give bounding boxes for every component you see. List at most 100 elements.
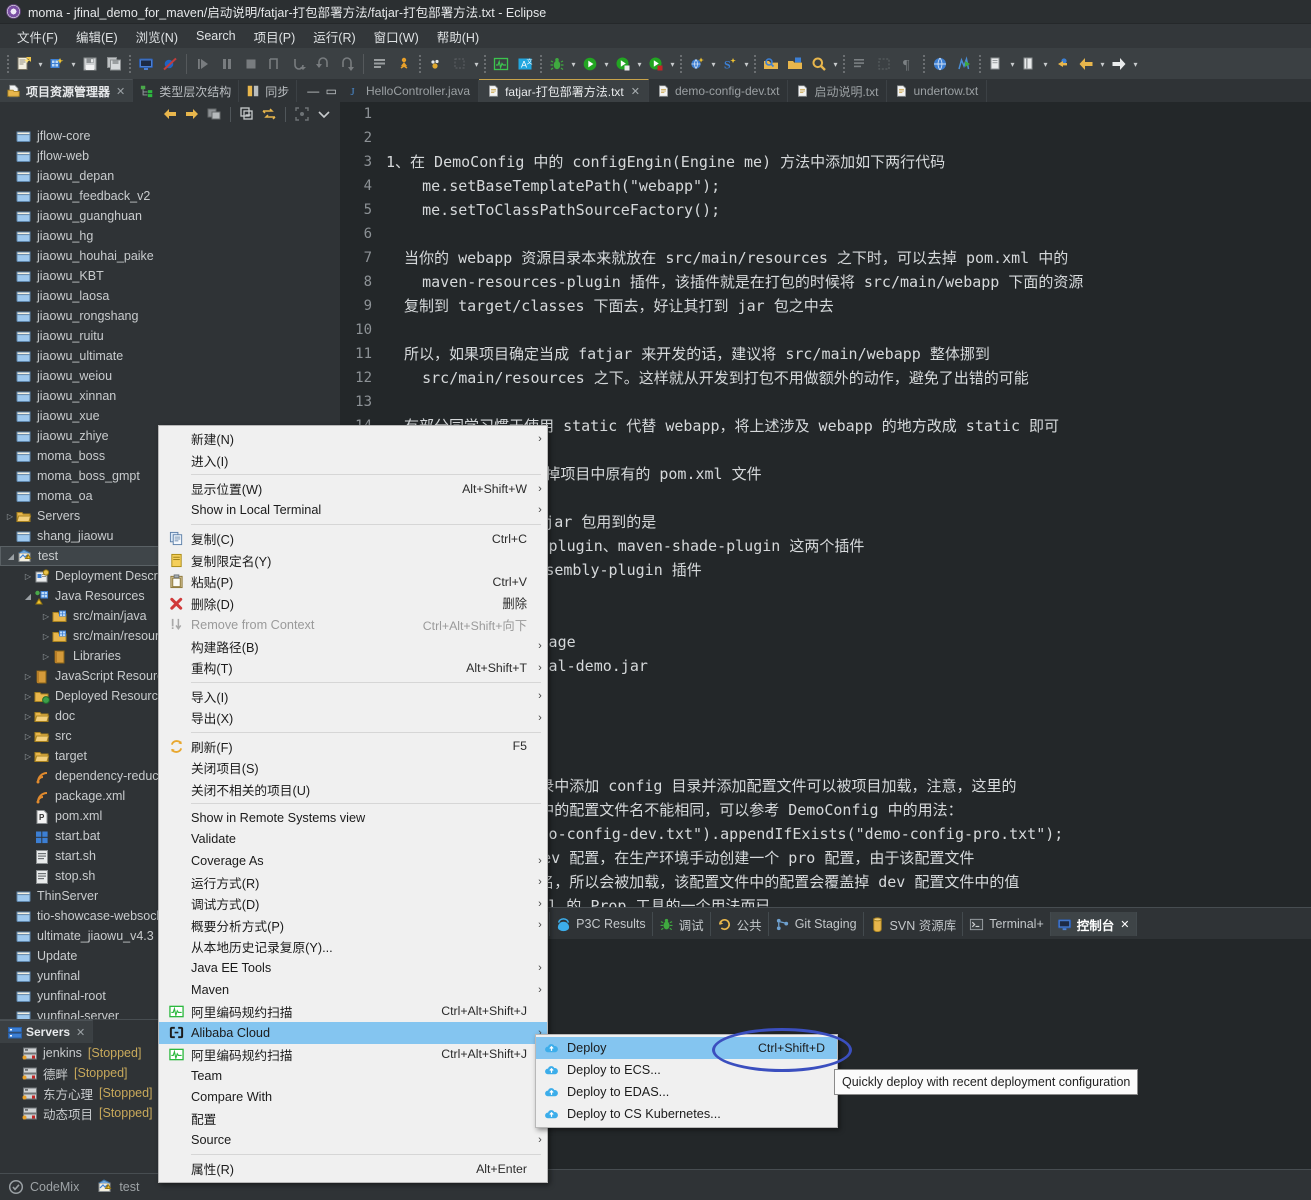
chevron-right-icon[interactable]: ▷ [22, 712, 34, 721]
context-menu-item[interactable]: 关闭项目(S) [159, 757, 547, 779]
chevron-right-icon[interactable]: ▷ [22, 752, 34, 761]
translate-icon[interactable]: A文 [514, 53, 536, 75]
bottom-view-tab[interactable]: SVN 资源库 [864, 912, 964, 936]
next-annotation-icon[interactable] [849, 53, 871, 75]
new-editor-icon[interactable] [1018, 53, 1040, 75]
menu-run[interactable]: 运行(R) [304, 25, 364, 48]
context-menu-item[interactable]: Maven › [159, 979, 547, 1001]
code-line[interactable]: 复制到 target/classes 下面去，好让其打到 jar 包之中去 [380, 294, 1311, 318]
chevron-down-icon[interactable]: ◢ [22, 592, 34, 601]
debug-dropdown-icon[interactable]: ▾ [569, 53, 578, 75]
tree-item[interactable]: jiaowu_hg [0, 226, 340, 246]
bottom-view-tab[interactable]: 控制台 ✕ [1050, 912, 1137, 936]
context-menu-item[interactable]: 构建路径(B) › [159, 636, 547, 658]
suspend-icon[interactable] [216, 53, 238, 75]
menu-project[interactable]: 项目(P) [245, 25, 305, 48]
focus-icon[interactable] [292, 105, 312, 124]
bottom-view-tab[interactable]: P3C Results [550, 912, 653, 936]
tree-item[interactable]: jiaowu_depan [0, 166, 340, 186]
link-with-editor-icon[interactable] [204, 105, 224, 124]
run-history-icon[interactable] [645, 53, 667, 75]
forward-icon[interactable] [1108, 53, 1130, 75]
menu-search[interactable]: Search [187, 27, 245, 45]
back-yellow-icon[interactable] [1051, 53, 1073, 75]
new-window-dropdown-icon[interactable]: ▾ [1008, 53, 1017, 75]
context-menu-item[interactable]: 阿里编码规约扫描 Ctrl+Alt+Shift+J [159, 1044, 547, 1066]
bottom-view-tab[interactable]: Terminal+ [963, 912, 1051, 936]
forward-dropdown-icon[interactable]: ▾ [1131, 53, 1140, 75]
menu-file[interactable]: 文件(F) [8, 25, 67, 48]
chevron-right-icon[interactable]: ▷ [22, 572, 34, 581]
menu-help[interactable]: 帮助(H) [428, 25, 488, 48]
code-line[interactable]: maven-resources-plugin 插件，该插件就是在打包的时候将 s… [380, 270, 1311, 294]
editor-tab[interactable]: J HelloController.java [340, 80, 480, 102]
minimize-icon[interactable]: — [304, 84, 322, 98]
context-menu-item[interactable]: 显示位置(W) Alt+Shift+W › [159, 478, 547, 500]
tree-item[interactable]: jiaowu_xinnan [0, 386, 340, 406]
tree-item[interactable]: jflow-core [0, 126, 340, 146]
disable-breakpoints-icon[interactable] [159, 53, 181, 75]
drop-to-frame-icon[interactable] [336, 53, 358, 75]
context-menu-item[interactable]: 复制限定名(Y) [159, 550, 547, 572]
tree-item[interactable]: jflow-web [0, 146, 340, 166]
web-browser-icon[interactable] [929, 53, 951, 75]
resume-icon[interactable] [192, 53, 214, 75]
open-console-icon[interactable] [135, 53, 157, 75]
code-line[interactable]: 当你的 webapp 资源目录本来就放在 src/main/resources … [380, 246, 1311, 270]
context-menu-item[interactable]: 进入(I) [159, 450, 547, 472]
context-menu-item[interactable]: 从本地历史记录复原(Y)... [159, 936, 547, 958]
new-spring-dropdown-icon[interactable]: ▾ [742, 53, 751, 75]
chevron-right-icon[interactable]: ▷ [22, 672, 34, 681]
menu-window[interactable]: 窗口(W) [365, 25, 428, 48]
toolbar-drag-handle[interactable] [7, 55, 9, 73]
context-menu-item[interactable]: Alibaba Cloud › [159, 1022, 547, 1044]
context-menu-item[interactable]: 新建(N) › [159, 428, 547, 450]
editor-tab[interactable]: demo-config-dev.txt [649, 80, 789, 102]
code-line[interactable] [380, 102, 1311, 126]
context-menu-item[interactable]: 重构(T) Alt+Shift+T › [159, 657, 547, 679]
alibaba-cloud-submenu[interactable]: Deploy Ctrl+Shift+D Deploy to ECS... Deploy… [535, 1034, 838, 1128]
close-icon[interactable]: ✕ [631, 85, 640, 98]
step-into-icon[interactable] [264, 53, 286, 75]
context-menu-item[interactable]: 运行方式(R) › [159, 872, 547, 894]
terminate-icon[interactable] [240, 53, 262, 75]
profile-icon[interactable] [953, 53, 975, 75]
code-line[interactable]: me.setBaseTemplatePath("webapp"); [380, 174, 1311, 198]
back-icon[interactable] [1075, 53, 1097, 75]
code-line[interactable] [380, 318, 1311, 342]
sort-icon[interactable] [259, 105, 279, 124]
context-menu-item[interactable]: 导出(X) › [159, 707, 547, 729]
code-line[interactable]: 1、在 DemoConfig 中的 configEngin(Engine me)… [380, 150, 1311, 174]
context-menu-item[interactable]: 粘贴(P) Ctrl+V [159, 571, 547, 593]
maximize-icon[interactable]: ▭ [322, 84, 340, 98]
save-all-icon[interactable] [103, 53, 125, 75]
context-menu-item[interactable]: 配置› [159, 1108, 547, 1130]
previous-annotation-icon[interactable] [873, 53, 895, 75]
view-tab-project-explorer[interactable]: 项目资源管理器 ✕ [0, 79, 134, 102]
new-editor-dropdown-icon[interactable]: ▾ [1041, 53, 1050, 75]
debug-icon[interactable] [546, 53, 568, 75]
step-return-icon[interactable] [312, 53, 334, 75]
context-menu-item[interactable]: 刷新(F) F5 [159, 736, 547, 758]
submenu-item[interactable]: Deploy to ECS... [536, 1059, 837, 1081]
code-line[interactable]: src/main/resources 之下。这样就从开发到打包不用做额外的动作，… [380, 366, 1311, 390]
tree-item[interactable]: jiaowu_rongshang [0, 306, 340, 326]
chevron-right-icon[interactable]: ▷ [22, 732, 34, 741]
search-dropdown-icon[interactable]: ▾ [831, 53, 840, 75]
view-tab-type-hierarchy[interactable]: 类型层次结构 [133, 80, 240, 102]
context-menu-item[interactable]: Team› [159, 1065, 547, 1087]
new-window-icon[interactable] [985, 53, 1007, 75]
tree-item[interactable]: jiaowu_KBT [0, 266, 340, 286]
new-wizard-icon[interactable] [13, 53, 35, 75]
chevron-right-icon[interactable]: ▷ [40, 632, 52, 641]
alibaba-scan-icon[interactable] [490, 53, 512, 75]
view-tab-servers[interactable]: Servers ✕ [0, 1020, 94, 1043]
run-last-icon[interactable] [612, 53, 634, 75]
open-resource-icon[interactable] [784, 53, 806, 75]
run-ant-icon[interactable] [393, 53, 415, 75]
submenu-item[interactable]: Deploy to CS Kubernetes... [536, 1103, 837, 1125]
new-java-class-dropdown-icon[interactable]: ▾ [69, 53, 78, 75]
code-line[interactable]: 所以，如果项目确定当成 fatjar 来开发的话，建议将 src/main/we… [380, 342, 1311, 366]
step-over-icon[interactable] [288, 53, 310, 75]
chevron-right-icon[interactable]: ▷ [40, 652, 52, 661]
